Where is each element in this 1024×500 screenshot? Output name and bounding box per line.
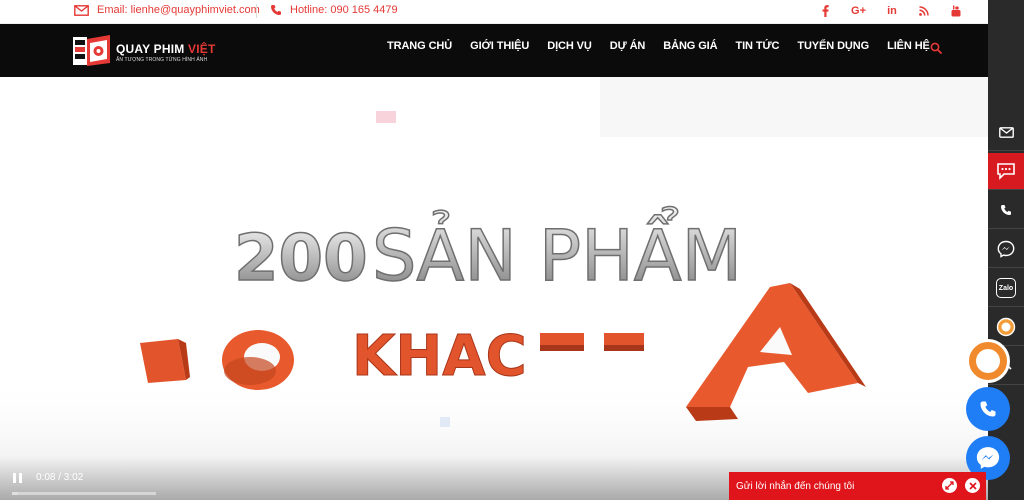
headline-number: 200 [234, 222, 368, 296]
pause-icon[interactable] [13, 473, 23, 484]
logo-tagline: ẤN TƯỢNG TRONG TỪNG HÌNH ẢNH [116, 56, 208, 63]
phone-icon[interactable] [988, 192, 1024, 229]
chat-bar-label: Gửi lời nhắn đến chúng tôi [736, 480, 855, 492]
zalo-badge: Zalo [996, 278, 1016, 298]
search-icon[interactable] [930, 41, 942, 59]
hotline-text: Hotline: 090 165 4479 [290, 4, 398, 16]
social-links: G+ in [819, 3, 962, 19]
expand-icon[interactable] [942, 478, 957, 493]
call-phone-icon[interactable] [966, 387, 1010, 431]
chat-icon[interactable] [988, 153, 1024, 190]
video-frame: 200 SẢN PHẨM KHAC [0, 77, 988, 500]
messenger-icon[interactable] [988, 231, 1024, 268]
nav-item-home[interactable]: TRANG CHỦ [378, 40, 461, 52]
envelope-icon [74, 4, 89, 16]
email-icon[interactable] [988, 114, 1024, 151]
youtube-icon[interactable] [950, 3, 962, 19]
main-nav: TRANG CHỦ GIỚI THIỆU DỊCH VỤ DỰ ÁN BẢNG … [378, 40, 939, 52]
logo-brand-white: QUAY PHIM [116, 41, 189, 56]
close-icon[interactable] [965, 478, 980, 493]
nav-item-about[interactable]: GIỚI THIỆU [461, 40, 538, 52]
rss-icon[interactable] [918, 3, 930, 19]
nav-item-careers[interactable]: TUYỂN DỤNG [788, 40, 878, 52]
logo-brand-red: VIỆT [188, 41, 216, 56]
nav-item-pricing[interactable]: BẢNG GIÁ [654, 40, 726, 52]
video-progress-bar[interactable] [12, 492, 156, 495]
logo-brand: QUAY PHIM VIỆT [116, 42, 216, 56]
phone-icon [271, 5, 281, 15]
film-reel-logo-icon [72, 33, 112, 69]
chat-message-bar[interactable]: Gửi lời nhắn đến chúng tôi [729, 472, 986, 500]
facebook-icon[interactable] [819, 3, 831, 19]
logo-text: QUAY PHIM VIỆT ẤN TƯỢNG TRONG TỪNG HÌNH … [116, 42, 216, 63]
nav-item-services[interactable]: DỊCH VỤ [538, 40, 601, 52]
subline-text: KHAC [352, 324, 527, 389]
google-plus-icon[interactable]: G+ [851, 3, 866, 19]
top-info-bar: Email: lienhe@quayphimviet.com Hotline: … [0, 0, 988, 24]
nav-item-news[interactable]: TIN TỨC [726, 40, 788, 52]
headline-text: SẢN PHẨM [372, 207, 742, 297]
linkedin-icon[interactable]: in [886, 3, 898, 19]
video-timecode: 0:08 / 3:02 [36, 472, 84, 483]
site-logo[interactable]: QUAY PHIM VIỆT ẤN TƯỢNG TRONG TỪNG HÌNH … [72, 33, 216, 69]
topbar-divider [256, 4, 257, 18]
email-contact[interactable]: Email: lienhe@quayphimviet.com [74, 4, 260, 16]
page: Email: lienhe@quayphimviet.com Hotline: … [0, 0, 1024, 500]
video-progress-fill [12, 492, 19, 495]
hotline-contact[interactable]: Hotline: 090 165 4479 [270, 4, 398, 16]
promo-badge-icon[interactable] [966, 339, 1010, 383]
nav-item-projects[interactable]: DỰ ÁN [601, 40, 655, 52]
zalo-icon[interactable]: Zalo [988, 270, 1024, 307]
email-text: Email: lienhe@quayphimviet.com [97, 4, 260, 16]
main-header: QUAY PHIM VIỆT ẤN TƯỢNG TRONG TỪNG HÌNH … [0, 24, 988, 77]
chat-bar-controls [942, 478, 980, 493]
hero-video[interactable]: 200 SẢN PHẨM KHAC 0:08 / 3:02 [0, 77, 988, 500]
